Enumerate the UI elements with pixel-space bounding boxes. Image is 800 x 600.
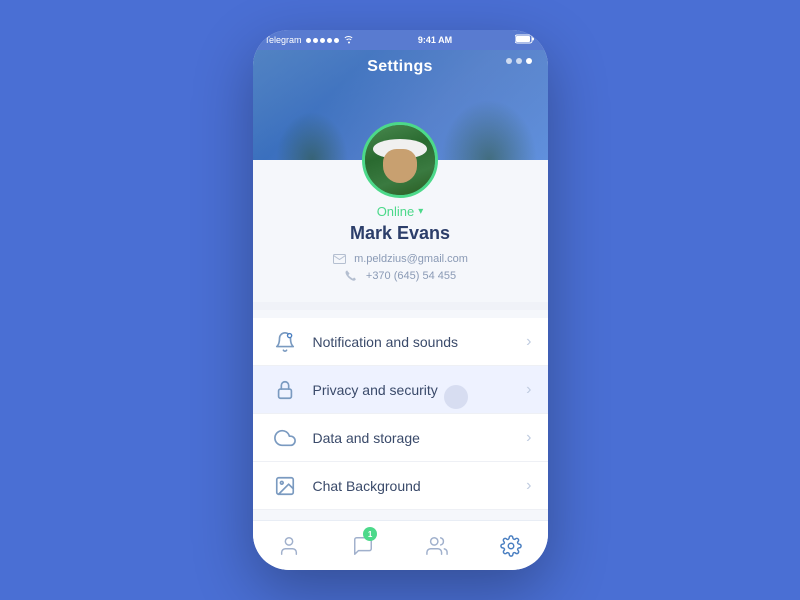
bell-icon [269, 326, 301, 358]
messages-badge: 1 [363, 527, 377, 541]
chevron-right-icon-privacy: › [526, 381, 531, 399]
user-name: Mark Evans [350, 223, 450, 244]
wifi-icon [343, 34, 355, 46]
carrier-label: Telegram [265, 35, 302, 45]
status-bar: Telegram 9:41 AM [253, 30, 548, 50]
tab-messages[interactable]: 1 [326, 521, 400, 570]
tab-settings[interactable] [474, 521, 548, 570]
header-title-row: Settings [253, 58, 548, 76]
status-bar-left: Telegram [265, 34, 355, 46]
status-bar-time: 9:41 AM [418, 35, 452, 45]
notifications-label: Notification and sounds [313, 334, 527, 350]
user-email: m.peldzius@gmail.com [354, 253, 468, 265]
avatar[interactable] [362, 122, 438, 198]
avatar-image [365, 125, 435, 195]
chevron-right-icon-notifications: › [526, 333, 531, 351]
battery-icon [515, 34, 535, 46]
chevron-right-icon-data: › [526, 429, 531, 447]
chat-bg-label: Chat Background [313, 478, 527, 494]
avatar-section: Online ▾ Mark Evans m.peldzius@gmail.com… [253, 160, 548, 302]
email-icon [332, 252, 346, 266]
menu-item-notifications[interactable]: Notification and sounds › [253, 318, 548, 366]
signal-dot-2 [313, 38, 318, 43]
chevron-right-icon-chat-bg: › [526, 477, 531, 495]
tab-profile[interactable] [253, 521, 327, 570]
header-dot-1 [506, 58, 512, 64]
user-email-row: m.peldzius@gmail.com [332, 252, 468, 266]
signal-dot-5 [334, 38, 339, 43]
signal-dots [306, 38, 339, 43]
privacy-label: Privacy and security [313, 382, 527, 398]
signal-dot-4 [327, 38, 332, 43]
menu-separator [253, 302, 548, 310]
header-dot-3 [526, 58, 532, 64]
tab-bar: 1 [253, 520, 548, 570]
signal-dot-1 [306, 38, 311, 43]
user-phone-row: +370 (645) 54 455 [344, 269, 456, 283]
data-label: Data and storage [313, 430, 527, 446]
header-dot-2 [516, 58, 522, 64]
status-label: Online [377, 204, 415, 219]
status-bar-right [515, 34, 535, 46]
page-title: Settings [367, 58, 433, 76]
settings-menu: Notification and sounds › Privacy and se… [253, 310, 548, 520]
chevron-down-icon: ▾ [418, 206, 423, 217]
phone-frame: Telegram 9:41 AM [253, 30, 548, 570]
header-dots [506, 58, 532, 64]
tab-contacts[interactable] [400, 521, 474, 570]
menu-item-chat-bg[interactable]: Chat Background › [253, 462, 548, 510]
menu-item-data[interactable]: Data and storage › [253, 414, 548, 462]
cloud-icon [269, 422, 301, 454]
menu-item-privacy[interactable]: Privacy and security › [253, 366, 548, 414]
user-status[interactable]: Online ▾ [377, 204, 424, 219]
user-phone: +370 (645) 54 455 [366, 270, 456, 282]
phone-icon [344, 269, 358, 283]
lock-icon [269, 374, 301, 406]
signal-dot-3 [320, 38, 325, 43]
image-icon [269, 470, 301, 502]
